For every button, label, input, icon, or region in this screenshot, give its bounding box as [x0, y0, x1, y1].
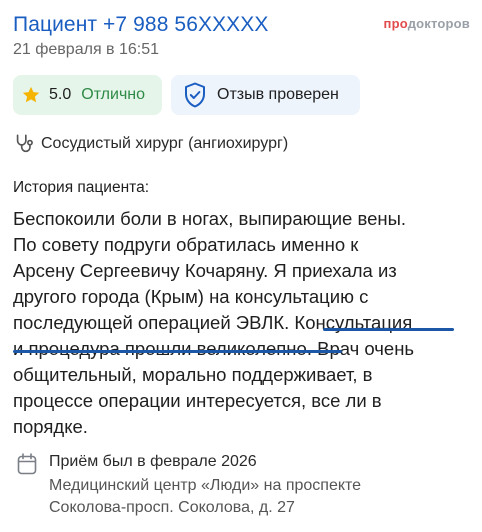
logo-part-doctors: докторов	[407, 16, 470, 31]
doctor-specialty: Сосудистый хирург (ангиохирург)	[13, 132, 288, 156]
rating-badge: 5.0 Отлично	[13, 75, 162, 115]
rating-value: 5.0	[49, 86, 72, 103]
highlight-underline	[323, 328, 454, 331]
highlighted-text: и процедура прошли великолепно	[13, 338, 307, 359]
history-line: По совету подруги обратилась именно к	[13, 234, 359, 255]
clinic-address[interactable]: Медицинский центр «Люди» на проспекте Со…	[49, 475, 469, 519]
history-text: Беспокоили боли в ногах, выпирающие вены…	[13, 206, 473, 440]
history-fragment: последующей операцией ЭВЛК.	[13, 312, 295, 333]
verified-label: Отзыв проверен	[217, 86, 339, 103]
history-line: процессе операции интересуется, все ли в	[13, 390, 382, 411]
highlight-underline	[13, 350, 342, 353]
verified-badge[interactable]: Отзыв проверен	[171, 75, 360, 115]
clinic-line: Соколова-просп. Соколова, д. 27	[49, 499, 295, 516]
review-date: 21 февраля в 16:51	[13, 41, 160, 58]
specialty-label: Сосудистый хирург (ангиохирург)	[41, 135, 289, 152]
clinic-line: Медицинский центр «Люди» на проспекте	[49, 477, 362, 494]
visit-info: Приём был в феврале 2026 Медицинский цен…	[13, 451, 473, 523]
prodoctorov-logo: продокторов	[384, 16, 470, 32]
stethoscope-icon	[16, 134, 33, 153]
calendar-icon	[17, 453, 37, 475]
star-icon	[22, 86, 40, 103]
history-line: и процедура прошли великолепно. Врач оче…	[13, 336, 473, 362]
rating-label: Отлично	[81, 86, 146, 103]
history-line: общительный, морально поддерживает, в	[13, 364, 373, 385]
history-line: Арсену Сергеевичу Кочаряну. Я приехала и…	[13, 260, 397, 281]
history-fragment: . Врач очень	[306, 338, 415, 359]
history-line: Беспокоили боли в ногах, выпирающие вены…	[13, 208, 407, 229]
history-line: другого города (Крым) на консультацию с	[13, 286, 369, 307]
history-line: последующей операцией ЭВЛК. Консультация	[13, 310, 473, 336]
history-line: порядке.	[13, 416, 88, 437]
patient-name: Пациент +7 988 56XXXXX	[13, 13, 269, 36]
shield-check-icon	[185, 82, 205, 108]
logo-part-pro: про	[383, 16, 408, 31]
visit-date: Приём был в феврале 2026	[49, 453, 257, 470]
history-title: История пациента:	[13, 179, 149, 196]
review-header: Пациент +7 988 56XXXXX 21 февраля в 16:5…	[13, 12, 470, 72]
